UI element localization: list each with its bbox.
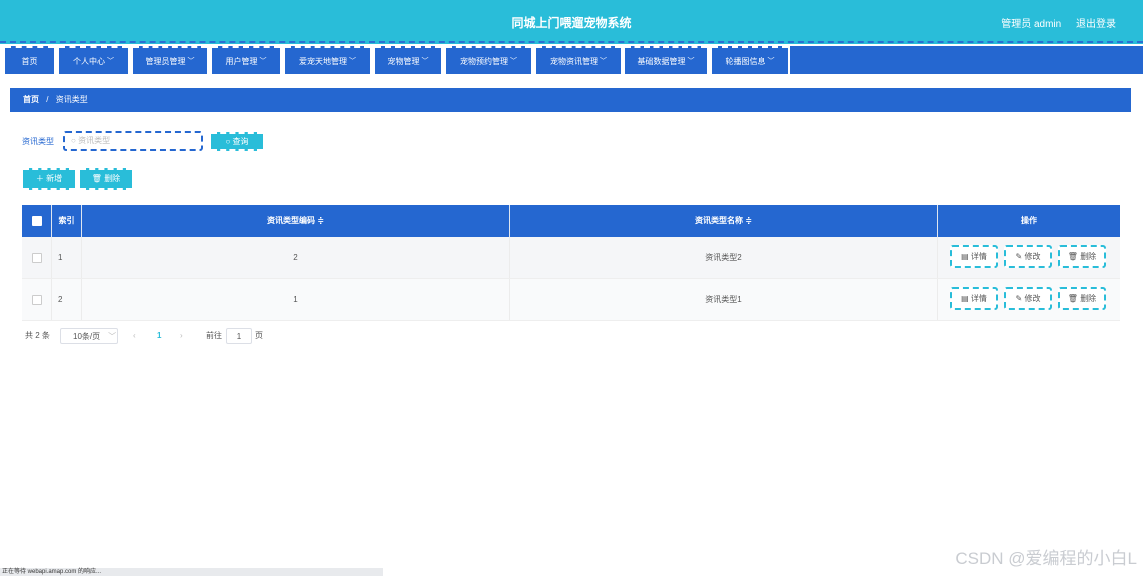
page-number-current[interactable]: 1 [157, 328, 161, 344]
total-count: 共 2 条 [25, 331, 50, 340]
header-code[interactable]: 资讯类型编码 ≑ [82, 205, 510, 237]
search-input[interactable]: ○ 资讯类型 [63, 131, 203, 151]
edit-button[interactable]: ✎ 修改 [1004, 287, 1052, 310]
chevron-down-icon: ﹀ [510, 58, 517, 65]
page-size-select[interactable]: 10条/页 ﹀ [60, 328, 118, 344]
row-checkbox[interactable] [31, 252, 42, 263]
breadcrumb-separator: / [46, 95, 49, 104]
nav-item-home[interactable]: 首页 [5, 46, 54, 74]
header-operations: 操作 [1021, 216, 1037, 225]
header-divider [0, 41, 1143, 43]
nav-item-admin[interactable]: 管理员管理 ﹀ [133, 46, 207, 74]
select-all-checkbox[interactable] [31, 215, 42, 226]
trash-icon: 🗑 [91, 174, 102, 183]
prev-page-icon[interactable]: ‹ [133, 328, 136, 344]
delete-button[interactable]: 🗑 删除 [1058, 245, 1106, 268]
nav-item-news[interactable]: 宠物资讯管理 ﹀ [536, 46, 621, 74]
chevron-down-icon: ﹀ [767, 58, 775, 65]
row-index: 2 [52, 279, 82, 320]
main-nav: 首页 个人中心 ﹀ 管理员管理 ﹀ 用户管理 ﹀ 爱宠天地管理 ﹀ 宠物管理 ﹀ 宠物预约… [0, 44, 1143, 76]
row-name: 资讯类型2 [510, 237, 938, 278]
row-code: 2 [82, 237, 510, 278]
row-operations: ▤ 详情 ✎ 修改 🗑 删除 [938, 279, 1120, 320]
row-code: 1 [82, 279, 510, 320]
breadcrumb-home[interactable]: 首页 [23, 95, 39, 104]
pencil-icon: ✎ [1015, 252, 1023, 261]
document-icon: ▤ [961, 252, 969, 261]
watermark: CSDN @爱编程的小白L [955, 549, 1137, 568]
search-button[interactable]: ○ 查询 [211, 132, 263, 151]
chevron-down-icon: ﹀ [600, 58, 607, 65]
breadcrumb: 首页 / 资讯类型 [10, 88, 1131, 112]
chevron-down-icon: ﹀ [349, 58, 356, 65]
chevron-down-icon: ﹀ [421, 58, 429, 65]
pencil-icon: ✎ [1015, 294, 1023, 303]
plus-icon: ＋ [35, 174, 44, 183]
chevron-down-icon: ﹀ [687, 58, 695, 65]
data-table: 索引 资讯类型编码 ≑ 资讯类型名称 ≑ 操作 1 2 资讯类型2 ▤ 详情 ✎… [22, 205, 1120, 321]
chevron-down-icon: ﹀ [259, 58, 267, 65]
row-operations: ▤ 详情 ✎ 修改 🗑 删除 [938, 237, 1120, 278]
goto-page-input[interactable]: 1 [226, 328, 252, 344]
nav-item-profile[interactable]: 个人中心 ﹀ [59, 46, 128, 74]
next-page-icon[interactable]: › [180, 328, 183, 344]
detail-button[interactable]: ▤ 详情 [950, 245, 998, 268]
nav-filler [790, 46, 1143, 74]
nav-item-pet-world[interactable]: 爱宠天地管理 ﹀ [285, 46, 370, 74]
row-checkbox[interactable] [31, 294, 42, 305]
chevron-down-icon: ﹀ [108, 332, 117, 341]
search-label: 资讯类型 [22, 137, 54, 146]
nav-item-users[interactable]: 用户管理 ﹀ [212, 46, 280, 74]
browser-status-bar: 正在等待 webapi.amap.com 的响应... [0, 568, 383, 576]
logout-link[interactable]: 退出登录 [1076, 19, 1116, 30]
row-select-cell [22, 279, 52, 320]
table-row: 1 2 资讯类型2 ▤ 详情 ✎ 修改 🗑 删除 [22, 237, 1120, 279]
chevron-down-icon: ﹀ [187, 58, 195, 65]
search-icon: ○ [71, 136, 76, 145]
row-select-cell [22, 237, 52, 278]
nav-item-appointments[interactable]: 宠物预约管理 ﹀ [446, 46, 531, 74]
chevron-down-icon: ﹀ [107, 58, 114, 65]
breadcrumb-current: 资讯类型 [55, 95, 88, 104]
header-user-area: 管理员 admin 退出登录 [989, 15, 1116, 30]
row-index: 1 [52, 237, 82, 278]
table-row: 2 1 资讯类型1 ▤ 详情 ✎ 修改 🗑 删除 [22, 279, 1120, 321]
add-button[interactable]: ＋ 新增 [23, 168, 75, 190]
header-name[interactable]: 资讯类型名称 ≑ [510, 205, 938, 237]
header-index: 索引 [52, 205, 82, 237]
nav-item-carousel[interactable]: 轮播图信息 ﹀ [712, 46, 788, 74]
admin-user-label: 管理员 admin [1001, 19, 1062, 30]
detail-button[interactable]: ▤ 详情 [950, 287, 998, 310]
search-icon: ○ [225, 137, 231, 146]
goto-suffix: 页 [255, 331, 263, 340]
document-icon: ▤ [961, 294, 969, 303]
trash-icon: 🗑 [1067, 294, 1078, 303]
trash-icon: 🗑 [1067, 252, 1078, 261]
table-header: 索引 资讯类型编码 ≑ 资讯类型名称 ≑ 操作 [22, 205, 1120, 237]
batch-delete-button[interactable]: 🗑 删除 [80, 168, 132, 190]
nav-item-pets[interactable]: 宠物管理 ﹀ [375, 46, 441, 74]
app-title: 同城上门喂遛宠物系统 [511, 16, 632, 30]
goto-prefix: 前往 [206, 331, 222, 340]
edit-button[interactable]: ✎ 修改 [1004, 245, 1052, 268]
row-name: 资讯类型1 [510, 279, 938, 320]
select-all-cell [22, 205, 52, 237]
search-placeholder: 资讯类型 [78, 136, 111, 145]
delete-button[interactable]: 🗑 删除 [1058, 287, 1106, 310]
nav-item-base-data[interactable]: 基础数据管理 ﹀ [625, 46, 707, 74]
top-header: 同城上门喂遛宠物系统 管理员 admin 退出登录 [0, 0, 1143, 44]
